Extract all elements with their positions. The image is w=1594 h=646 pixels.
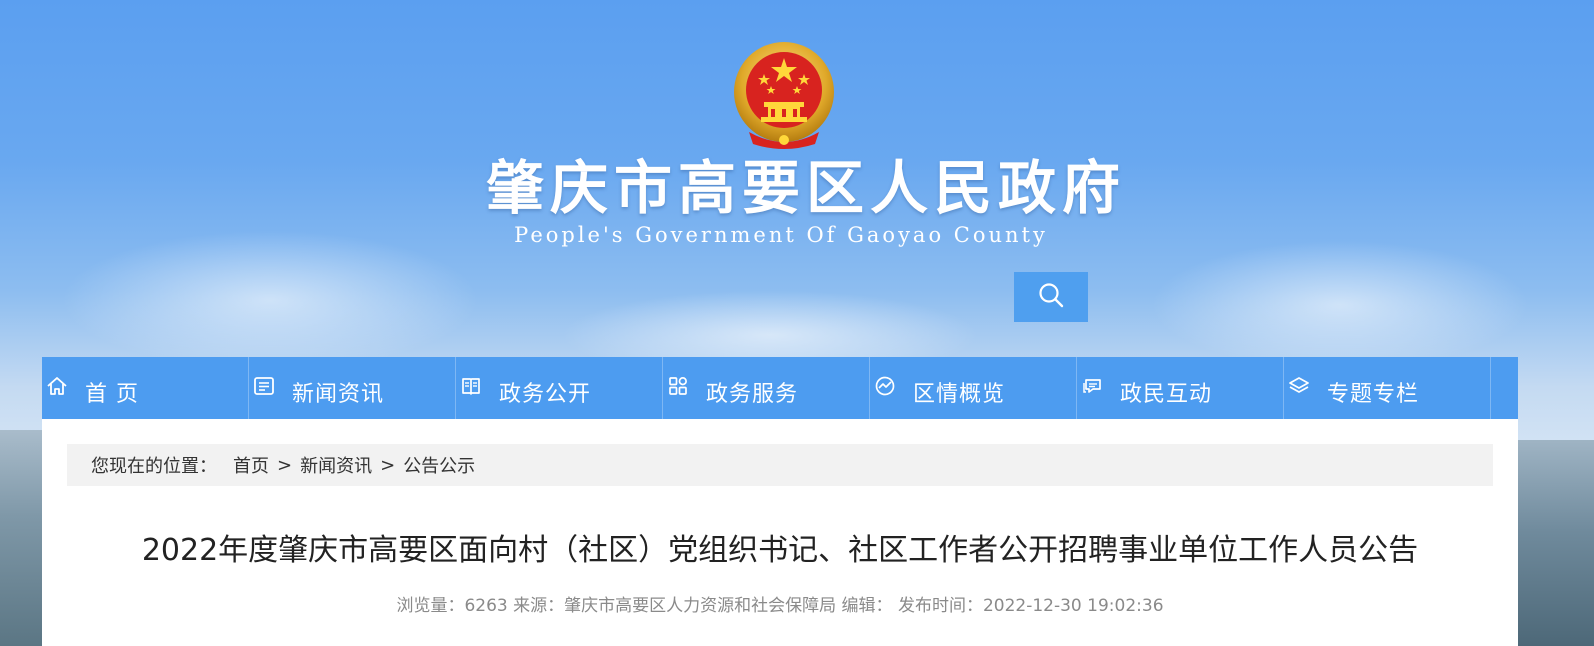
search-button[interactable]: [1014, 272, 1088, 322]
source-value: 肇庆市高要区人力资源和社会保障局: [564, 596, 837, 616]
nav-item-label: 政民互动: [1120, 382, 1213, 407]
chat-icon: [1080, 374, 1104, 398]
published-label: 发布时间：: [897, 596, 983, 616]
nav-item-label: 专题专栏: [1327, 382, 1420, 407]
published-time: 2022-12-30 19:02:36: [982, 596, 1164, 616]
news-icon: [252, 374, 276, 398]
nav-item-overview[interactable]: 区情概览: [870, 357, 1077, 419]
breadcrumb-link-news[interactable]: 新闻资讯: [300, 452, 372, 478]
main-nav: 首 页 新闻资讯 政务公开 政务服务 区情概览 政民互动 专题专栏: [42, 357, 1518, 419]
nav-item-gov-services[interactable]: 政务服务: [663, 357, 870, 419]
nav-item-news[interactable]: 新闻资讯: [249, 357, 456, 419]
nav-item-interaction[interactable]: 政民互动: [1077, 357, 1284, 419]
breadcrumb-separator: >: [380, 454, 396, 476]
breadcrumb-link-announcements[interactable]: 公告公示: [403, 452, 475, 478]
article-title: 2022年度肇庆市高要区面向村（社区）党组织书记、社区工作者公开招聘事业单位工作…: [141, 533, 1419, 568]
book-icon: [459, 374, 483, 398]
nav-item-label: 政务服务: [706, 382, 799, 407]
editor-label: 编辑：: [841, 596, 893, 616]
views-label: 浏览量：: [396, 596, 465, 616]
breadcrumb-link-home[interactable]: 首页: [233, 452, 269, 478]
content-panel: 您现在的位置： 首页 > 新闻资讯 > 公告公示 2022年度肇庆市高要区面向村…: [42, 419, 1518, 646]
nav-item-home[interactable]: 首 页: [42, 357, 249, 419]
cloud-decoration: [1150, 240, 1530, 370]
site-title: 肇庆市高要区人民政府: [486, 154, 1127, 222]
source-label: 来源：: [513, 596, 565, 616]
nav-item-label: 区情概览: [913, 382, 1006, 407]
search-icon: [1038, 282, 1064, 312]
home-icon: [45, 374, 69, 398]
nav-item-label: 新闻资讯: [292, 382, 385, 407]
overview-icon: [873, 374, 897, 398]
city-scenery: [0, 430, 44, 646]
nav-item-special-topics[interactable]: 专题专栏: [1284, 357, 1491, 419]
site-subtitle: People's Government Of Gaoyao County: [514, 223, 1048, 247]
breadcrumb-prefix: 您现在的位置：: [91, 456, 217, 477]
breadcrumb: 您现在的位置： 首页 > 新闻资讯 > 公告公示: [67, 444, 1493, 486]
nav-item-label: 政务公开: [499, 382, 592, 407]
nav-item-gov-affairs[interactable]: 政务公开: [456, 357, 663, 419]
national-emblem: [731, 40, 837, 150]
breadcrumb-separator: >: [277, 454, 293, 476]
layers-icon: [1287, 374, 1311, 398]
nav-item-label: 首 页: [85, 382, 139, 407]
views-count: 6263: [464, 596, 508, 616]
grid-icon: [666, 374, 690, 398]
mountain-scenery: [1516, 440, 1594, 646]
article-meta: 浏览量：6263 来源：肇庆市高要区人力资源和社会保障局 编辑： 发布时间：20…: [42, 591, 1518, 616]
cloud-decoration: [60, 230, 480, 370]
